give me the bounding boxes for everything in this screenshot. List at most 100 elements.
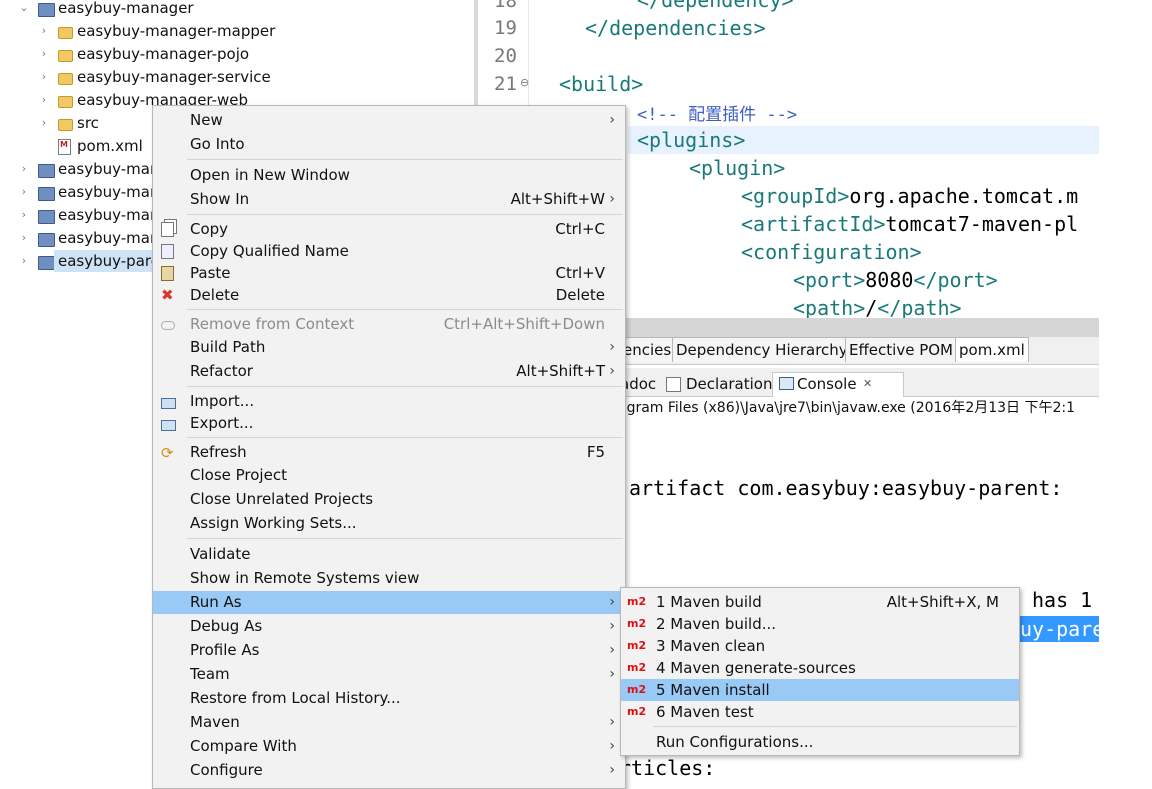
folder-icon bbox=[58, 96, 73, 108]
chevron-right-icon[interactable]: › bbox=[18, 227, 30, 249]
menu-item-refresh[interactable]: ⟳ Refresh F5 bbox=[153, 441, 625, 464]
menu-item-copy[interactable]: Copy Ctrl+C bbox=[153, 218, 625, 241]
submenu-item-run-configurations[interactable]: Run Configurations... bbox=[621, 731, 1019, 753]
submenu-arrow-icon: › bbox=[609, 339, 615, 355]
xml-tag: <plugins> bbox=[637, 128, 746, 152]
tab-dependency-hierarchy[interactable]: Dependency Hierarchy bbox=[672, 337, 852, 362]
menu-item-close-unrelated-projects[interactable]: Close Unrelated Projects bbox=[153, 488, 625, 511]
xml-text: org.apache.tomcat.m bbox=[849, 184, 1079, 208]
menu-label: Restore from Local History... bbox=[190, 689, 401, 707]
refresh-icon: ⟳ bbox=[161, 444, 174, 462]
tab-dependencies[interactable]: encies bbox=[620, 337, 676, 362]
chevron-right-icon[interactable]: › bbox=[38, 66, 50, 88]
code-line: </dependency> bbox=[637, 0, 794, 12]
fold-icon[interactable]: ⊖ bbox=[520, 76, 529, 89]
chevron-right-icon[interactable]: › bbox=[38, 43, 50, 65]
code-line: <port>8080</port> bbox=[793, 268, 998, 292]
menu-separator bbox=[187, 309, 623, 310]
tab-declaration[interactable]: Declaration bbox=[686, 372, 772, 396]
menu-item-new[interactable]: New › bbox=[153, 109, 625, 132]
tree-item-label: easybuy-manager bbox=[58, 0, 194, 17]
menu-label: Debug As bbox=[190, 617, 263, 635]
menu-label: 6 Maven test bbox=[656, 703, 754, 721]
menu-item-go-into[interactable]: Go Into bbox=[153, 133, 625, 156]
chevron-down-icon[interactable]: ⌄ bbox=[18, 0, 30, 19]
chevron-right-icon[interactable]: › bbox=[18, 181, 30, 203]
menu-item-maven[interactable]: Maven › bbox=[153, 711, 625, 734]
line-number: 19 bbox=[494, 17, 517, 39]
project-icon bbox=[38, 233, 55, 247]
chevron-right-icon[interactable]: › bbox=[38, 20, 50, 42]
menu-item-validate[interactable]: Validate bbox=[153, 543, 625, 566]
menu-item-paste[interactable]: Paste Ctrl+V bbox=[153, 262, 625, 285]
editor-scrollbar[interactable] bbox=[624, 318, 1099, 338]
menu-label: Refresh bbox=[190, 443, 247, 461]
xml-tag: </port> bbox=[913, 268, 998, 292]
menu-item-open-new-window[interactable]: Open in New Window bbox=[153, 164, 625, 187]
menu-item-compare-with[interactable]: Compare With › bbox=[153, 735, 625, 758]
menu-label: Run Configurations... bbox=[656, 733, 814, 751]
submenu-item-maven-generate-sources[interactable]: m2 4 Maven generate-sources bbox=[621, 657, 1019, 679]
submenu-item-maven-install[interactable]: m2 5 Maven install bbox=[621, 679, 1019, 701]
submenu-item-maven-build[interactable]: m2 1 Maven build Alt+Shift+X, M bbox=[621, 591, 1019, 613]
chevron-right-icon[interactable]: › bbox=[38, 112, 50, 134]
menu-item-copy-qualified-name[interactable]: Copy Qualified Name bbox=[153, 240, 625, 263]
tree-item-label: easybuy-man bbox=[58, 183, 160, 201]
submenu-arrow-icon: › bbox=[609, 191, 615, 207]
xml-comment: <!-- 配置插件 --> bbox=[637, 105, 798, 125]
tab-effective-pom[interactable]: Effective POM bbox=[845, 337, 958, 362]
line-number: 18 bbox=[494, 0, 517, 12]
menu-label: Delete bbox=[190, 286, 240, 304]
menu-accelerator: Ctrl+C bbox=[555, 220, 605, 238]
tab-console[interactable]: Console bbox=[797, 372, 857, 396]
console-line: artifact com.easybuy:easybuy-parent: bbox=[629, 476, 1063, 500]
menu-item-refactor[interactable]: Refactor Alt+Shift+T › bbox=[153, 360, 625, 383]
chevron-right-icon[interactable]: › bbox=[18, 250, 30, 272]
menu-item-import[interactable]: Import... bbox=[153, 390, 625, 413]
submenu-arrow-icon: › bbox=[609, 762, 615, 778]
menu-label: Open in New Window bbox=[190, 166, 350, 184]
menu-item-remove-from-context: Remove from Context Ctrl+Alt+Shift+Down bbox=[153, 313, 625, 336]
menu-item-delete[interactable]: ✖ Delete Delete bbox=[153, 284, 625, 307]
code-line: <!-- 配置插件 --> bbox=[637, 100, 797, 125]
code-line: <plugins> bbox=[637, 128, 745, 152]
menu-label: Maven bbox=[190, 713, 240, 731]
menu-item-build-path[interactable]: Build Path › bbox=[153, 336, 625, 359]
menu-item-run-as[interactable]: Run As › bbox=[153, 591, 625, 614]
menu-item-team[interactable]: Team › bbox=[153, 663, 625, 686]
xml-tag: <groupId> bbox=[741, 184, 850, 208]
menu-label: Import... bbox=[190, 392, 255, 410]
menu-item-configure[interactable]: Configure › bbox=[153, 759, 625, 782]
chevron-right-icon[interactable]: › bbox=[18, 158, 30, 180]
submenu-item-maven-test[interactable]: m2 6 Maven test bbox=[621, 701, 1019, 723]
console-line: rticles: bbox=[619, 756, 716, 780]
menu-label: Show in Remote Systems view bbox=[190, 569, 420, 587]
submenu-item-maven-build-dialog[interactable]: m2 2 Maven build... bbox=[621, 613, 1019, 635]
project-icon bbox=[38, 210, 55, 224]
run-as-submenu: m2 1 Maven build Alt+Shift+X, M m2 2 Mav… bbox=[620, 587, 1020, 756]
tab-pom-xml[interactable]: pom.xml bbox=[955, 337, 1029, 362]
menu-item-debug-as[interactable]: Debug As › bbox=[153, 615, 625, 638]
menu-label: Profile As bbox=[190, 641, 260, 659]
menu-item-close-project[interactable]: Close Project bbox=[153, 464, 625, 487]
menu-item-show-in[interactable]: Show In Alt+Shift+W › bbox=[153, 188, 625, 211]
menu-label: 2 Maven build... bbox=[656, 615, 777, 633]
menu-item-restore-local-history[interactable]: Restore from Local History... bbox=[153, 687, 625, 710]
menu-item-export[interactable]: Export... bbox=[153, 412, 625, 435]
copy-qualified-icon bbox=[161, 244, 174, 259]
menu-label: Close Project bbox=[190, 466, 287, 484]
chevron-right-icon[interactable]: › bbox=[38, 89, 50, 111]
folder-icon bbox=[58, 27, 73, 39]
xml-text: tomcat7-maven-pl bbox=[885, 212, 1079, 236]
close-icon[interactable]: ✕ bbox=[863, 372, 872, 396]
chevron-right-icon[interactable]: › bbox=[18, 204, 30, 226]
pom-file-icon bbox=[58, 139, 71, 155]
xml-tag: </dependency> bbox=[637, 0, 794, 12]
submenu-item-maven-clean[interactable]: m2 3 Maven clean bbox=[621, 635, 1019, 657]
menu-item-show-remote-systems[interactable]: Show in Remote Systems view bbox=[153, 567, 625, 590]
menu-item-profile-as[interactable]: Profile As › bbox=[153, 639, 625, 662]
code-line: <path>/</path> bbox=[793, 296, 962, 318]
menu-accelerator: F5 bbox=[586, 443, 605, 461]
submenu-arrow-icon: › bbox=[609, 642, 615, 658]
menu-item-assign-working-sets[interactable]: Assign Working Sets... bbox=[153, 512, 625, 535]
